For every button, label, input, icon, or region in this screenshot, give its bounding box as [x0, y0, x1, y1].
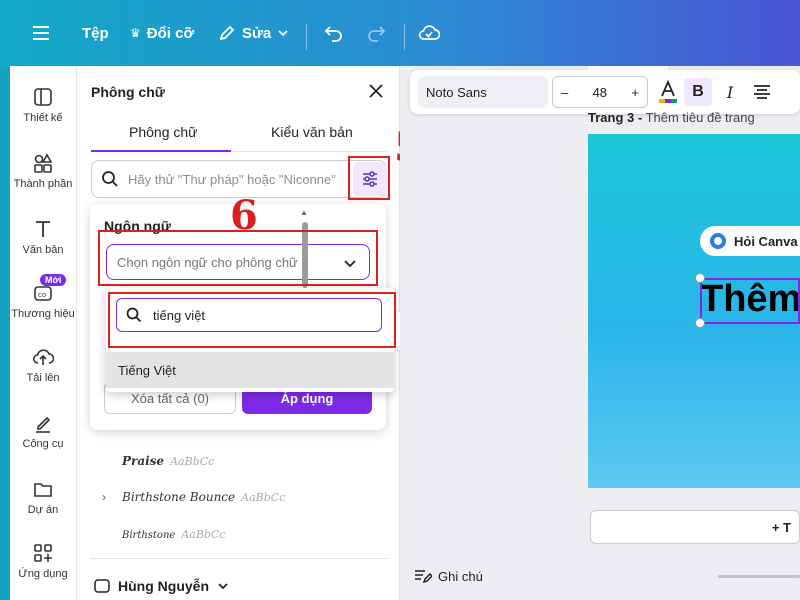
tools-icon — [36, 416, 51, 433]
notes-icon — [415, 570, 432, 584]
pencil-icon — [219, 25, 235, 41]
undo-button[interactable] — [324, 0, 344, 66]
active-tab-indicator — [91, 150, 231, 152]
language-option-vietnamese[interactable]: Tiếng Việt — [106, 352, 394, 388]
canva-ai-icon — [710, 233, 726, 249]
new-badge: Mới — [40, 274, 67, 286]
redo-button[interactable] — [366, 0, 386, 66]
ask-canva-button[interactable]: Hỏi Canva — [700, 226, 800, 256]
shapes-icon — [34, 153, 53, 173]
resize-menu[interactable]: ♛ Đổi cỡ — [130, 0, 194, 66]
rail-item-elements[interactable]: Thành phần — [10, 152, 76, 190]
rail-item-design[interactable]: Thiết kế — [10, 86, 76, 124]
chevron-down-icon — [278, 30, 288, 37]
undo-icon — [324, 26, 342, 42]
crown-icon: ♛ — [130, 26, 141, 40]
divider — [404, 24, 405, 50]
search-icon — [102, 171, 118, 187]
font-size-stepper[interactable]: – 48 + — [552, 76, 648, 108]
font-item-birthstone-bounce[interactable]: Birthstone Bounce AaBbCc — [122, 490, 285, 504]
cloud-check-icon — [418, 25, 440, 40]
align-center-icon — [754, 85, 770, 99]
edit-menu[interactable]: Sửa — [218, 0, 289, 66]
divider — [306, 24, 307, 50]
svg-text:co: co — [38, 291, 46, 299]
italic-icon: I — [726, 82, 734, 102]
save-status[interactable] — [418, 0, 440, 66]
layout-icon — [34, 88, 52, 106]
tab-fonts[interactable]: Phông chữ — [129, 124, 198, 140]
zoom-slider[interactable] — [718, 575, 800, 578]
font-item-praise[interactable]: Praise AaBbCc — [122, 454, 214, 468]
decrease-size-button[interactable]: – — [561, 85, 568, 100]
annotation-number-6: 6 — [230, 192, 258, 239]
left-rail: Thiết kế Thành phần Văn bản Mới co Thươn… — [10, 66, 76, 600]
bold-icon: B — [692, 83, 704, 100]
bold-button[interactable]: B — [684, 78, 712, 106]
window-edge — [0, 66, 10, 600]
rail-item-projects[interactable]: Dự án — [10, 478, 76, 516]
increase-size-button[interactable]: + — [631, 85, 639, 100]
rail-item-apps[interactable]: Ứng dụng — [10, 542, 76, 580]
rail-item-brand[interactable]: Mới co Thương hiệu — [10, 274, 76, 320]
scroll-up-arrow[interactable]: ▲ — [300, 208, 308, 217]
align-button[interactable] — [748, 78, 776, 106]
font-size-value[interactable]: 48 — [593, 85, 607, 100]
divider — [90, 558, 388, 559]
brand-icon — [94, 579, 110, 593]
rail-item-tools[interactable]: Công cụ — [10, 412, 76, 450]
folder-icon — [34, 483, 52, 497]
annotation-box-filter — [348, 156, 390, 200]
chevron-right-icon[interactable]: › — [102, 490, 106, 504]
redo-icon — [368, 26, 386, 42]
resize-handle[interactable] — [695, 318, 705, 328]
account-switcher[interactable]: Hùng Nguyễn — [94, 578, 229, 594]
text-color-button[interactable] — [654, 78, 682, 106]
panel-title: Phông chữ — [91, 84, 165, 100]
annotation-box-language-search — [108, 292, 396, 348]
text-icon — [36, 221, 50, 237]
resize-handle[interactable] — [695, 273, 705, 283]
apps-icon — [34, 544, 52, 562]
rail-item-text[interactable]: Văn bản — [10, 218, 76, 256]
text-toolbar: Noto Sans – 48 + B I — [410, 70, 800, 114]
top-bar: Tệp ♛ Đổi cỡ Sửa — [0, 0, 800, 66]
text-color-icon — [659, 80, 677, 103]
hamburger-icon — [33, 26, 49, 40]
selection-frame — [700, 278, 800, 324]
file-menu[interactable]: Tệp — [82, 0, 109, 66]
chevron-down-icon — [218, 583, 228, 590]
font-family-select[interactable]: Noto Sans — [418, 76, 548, 108]
rail-item-uploads[interactable]: Tải lên — [10, 346, 76, 384]
add-page-button[interactable]: + T — [590, 510, 800, 544]
page-title[interactable]: Trang 3 - Thêm tiêu đề trang — [588, 110, 755, 125]
italic-button[interactable]: I — [716, 78, 744, 106]
menu-button[interactable] — [32, 0, 50, 66]
tab-text-styles[interactable]: Kiểu văn bản — [271, 124, 353, 140]
close-icon[interactable] — [365, 80, 387, 102]
notes-button[interactable]: Ghi chú — [414, 568, 483, 584]
upload-icon — [32, 349, 54, 365]
font-item-birthstone[interactable]: Birthstone AaBbCc — [122, 528, 226, 541]
